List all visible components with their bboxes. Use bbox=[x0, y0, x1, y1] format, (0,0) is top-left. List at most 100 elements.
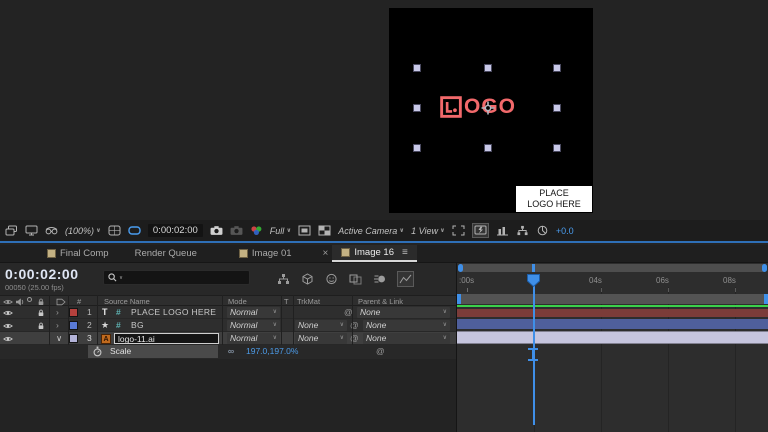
snapshot-camera-icon[interactable] bbox=[210, 225, 223, 236]
selection-handle[interactable] bbox=[484, 144, 492, 152]
close-tab-icon[interactable]: × bbox=[319, 245, 333, 262]
property-name[interactable]: Scale bbox=[110, 345, 131, 358]
panel-menu-icon[interactable]: ≡ bbox=[402, 247, 408, 258]
layer-color-swatch[interactable] bbox=[69, 334, 78, 343]
motion-blur-icon[interactable] bbox=[373, 273, 386, 285]
ai-footage-icon: A bbox=[101, 334, 111, 344]
resolution-dropdown[interactable]: Full∨ bbox=[270, 226, 291, 236]
selection-handle[interactable] bbox=[553, 104, 561, 112]
chevron-down-icon: ∨ bbox=[273, 333, 277, 344]
expander-icon[interactable]: › bbox=[56, 306, 59, 319]
graph-editor-button[interactable] bbox=[397, 271, 414, 287]
exposure-value[interactable]: +0.0 bbox=[556, 226, 574, 236]
track-matte-dropdown[interactable]: None∨ bbox=[295, 320, 347, 331]
composition-canvas[interactable]: OGO PLACE LOGO HERE bbox=[389, 8, 593, 213]
selection-handle[interactable] bbox=[413, 104, 421, 112]
draft-3d-icon[interactable] bbox=[301, 273, 314, 285]
tab-final-comp[interactable]: Final Comp bbox=[38, 245, 118, 262]
navigator-start-handle[interactable] bbox=[458, 264, 463, 272]
ruler-icon[interactable] bbox=[496, 225, 509, 236]
link-icon[interactable]: ∞ bbox=[228, 345, 234, 358]
camera-view-dropdown[interactable]: Active Camera∨ bbox=[338, 226, 404, 236]
chevron-down-icon: ∨ bbox=[96, 227, 101, 234]
layer-rename-input[interactable] bbox=[114, 333, 219, 344]
column-index: # bbox=[77, 297, 81, 306]
fast-preview-button[interactable] bbox=[472, 223, 489, 238]
stopwatch-icon[interactable] bbox=[93, 346, 102, 357]
layer-bar-1[interactable] bbox=[457, 309, 768, 317]
composition-toolbar: (100%)∨ 0:00:02:00 Full∨ Active Camera∨ … bbox=[0, 220, 768, 243]
work-area-start-handle[interactable] bbox=[457, 294, 461, 304]
layer-bar-3-selected[interactable] bbox=[457, 331, 768, 344]
collapse-transformations-icon[interactable]: # bbox=[116, 319, 121, 332]
region-of-interest-icon[interactable] bbox=[298, 225, 311, 236]
selection-handle[interactable] bbox=[413, 64, 421, 72]
exposure-reset-icon[interactable] bbox=[536, 225, 549, 236]
goggles-icon[interactable] bbox=[45, 225, 58, 236]
selection-handle[interactable] bbox=[413, 144, 421, 152]
anchor-point-icon[interactable] bbox=[481, 101, 495, 115]
navigator-end-handle[interactable] bbox=[762, 264, 767, 272]
track-matte-dropdown[interactable]: None∨ bbox=[295, 333, 347, 344]
text-layer-icon: T bbox=[102, 306, 108, 319]
chevron-down-icon: ∨ bbox=[273, 307, 277, 318]
tab-label: Image 01 bbox=[252, 248, 292, 259]
expander-icon[interactable]: ∨ bbox=[56, 332, 62, 345]
work-area-end-handle[interactable] bbox=[764, 294, 768, 304]
layer-color-swatch[interactable] bbox=[69, 308, 78, 317]
tab-render-queue[interactable]: Render Queue bbox=[126, 245, 206, 262]
lock-icon[interactable] bbox=[37, 309, 45, 317]
column-source-name[interactable]: Source Name bbox=[104, 297, 150, 306]
search-input[interactable] bbox=[125, 272, 235, 283]
layer-color-swatch[interactable] bbox=[69, 321, 78, 330]
collapse-transformations-icon[interactable]: # bbox=[116, 306, 121, 319]
eye-icon[interactable] bbox=[3, 335, 13, 343]
logo-graphic[interactable]: OGO bbox=[440, 94, 516, 120]
windows-icon[interactable] bbox=[5, 225, 18, 236]
time-navigator-bar[interactable] bbox=[458, 264, 767, 272]
selection-handle[interactable] bbox=[553, 64, 561, 72]
camera-view-value: Active Camera bbox=[338, 226, 397, 236]
layer-bar-2[interactable] bbox=[457, 319, 768, 329]
pickwhip-icon[interactable]: @ bbox=[376, 345, 385, 358]
tab-image-16[interactable]: Image 16 ≡ bbox=[332, 245, 416, 262]
parent-link-dropdown[interactable]: None∨ bbox=[363, 333, 450, 344]
safe-guides-icon[interactable] bbox=[108, 225, 121, 236]
channels-icon[interactable] bbox=[250, 225, 263, 236]
expand-icon[interactable] bbox=[452, 225, 465, 236]
timeline-current-time[interactable]: 0:00:02:00 bbox=[5, 266, 79, 282]
blend-mode-dropdown[interactable]: Normal∨ bbox=[227, 307, 280, 318]
eye-icon[interactable] bbox=[3, 309, 13, 317]
comp-mini-flowchart-icon[interactable] bbox=[277, 273, 290, 285]
expander-icon[interactable]: › bbox=[56, 319, 59, 332]
parent-link-dropdown[interactable]: None∨ bbox=[357, 307, 450, 318]
playhead-ibeam[interactable] bbox=[528, 348, 538, 361]
composition-icon bbox=[239, 249, 248, 258]
selection-handle[interactable] bbox=[553, 144, 561, 152]
scale-property-row[interactable]: Scale ∞ 197.0,197.0% @ bbox=[0, 345, 456, 359]
work-area-bar[interactable] bbox=[457, 294, 768, 304]
playhead-marker[interactable] bbox=[527, 274, 540, 287]
fast-preview-icon bbox=[474, 225, 487, 236]
transparency-grid-icon[interactable] bbox=[318, 225, 331, 236]
tab-image-01[interactable]: Image 01 bbox=[230, 245, 301, 262]
eye-icon[interactable] bbox=[3, 322, 13, 330]
monitor-icon[interactable] bbox=[25, 225, 38, 236]
show-snapshot-icon[interactable] bbox=[230, 225, 243, 236]
search-icon bbox=[108, 273, 117, 282]
lock-icon[interactable] bbox=[37, 322, 45, 330]
mask-visibility-icon[interactable] bbox=[128, 225, 141, 236]
magnification-dropdown[interactable]: (100%)∨ bbox=[65, 226, 101, 236]
blend-mode-dropdown[interactable]: Normal∨ bbox=[227, 320, 280, 331]
blend-mode-dropdown[interactable]: Normal∨ bbox=[227, 333, 280, 344]
view-layout-dropdown[interactable]: 1 View∨ bbox=[411, 226, 445, 236]
selection-handle[interactable] bbox=[484, 64, 492, 72]
parent-link-dropdown[interactable]: None∨ bbox=[363, 320, 450, 331]
timeline-search[interactable]: ∨ bbox=[103, 270, 250, 285]
current-time-field[interactable]: 0:00:02:00 bbox=[148, 224, 203, 237]
place-logo-here-label[interactable]: PLACE LOGO HERE bbox=[516, 186, 592, 212]
flowchart-icon[interactable] bbox=[516, 225, 529, 236]
shy-icon[interactable] bbox=[325, 273, 338, 285]
frame-blending-icon[interactable] bbox=[349, 273, 362, 285]
scale-value[interactable]: 197.0,197.0% bbox=[246, 345, 298, 358]
